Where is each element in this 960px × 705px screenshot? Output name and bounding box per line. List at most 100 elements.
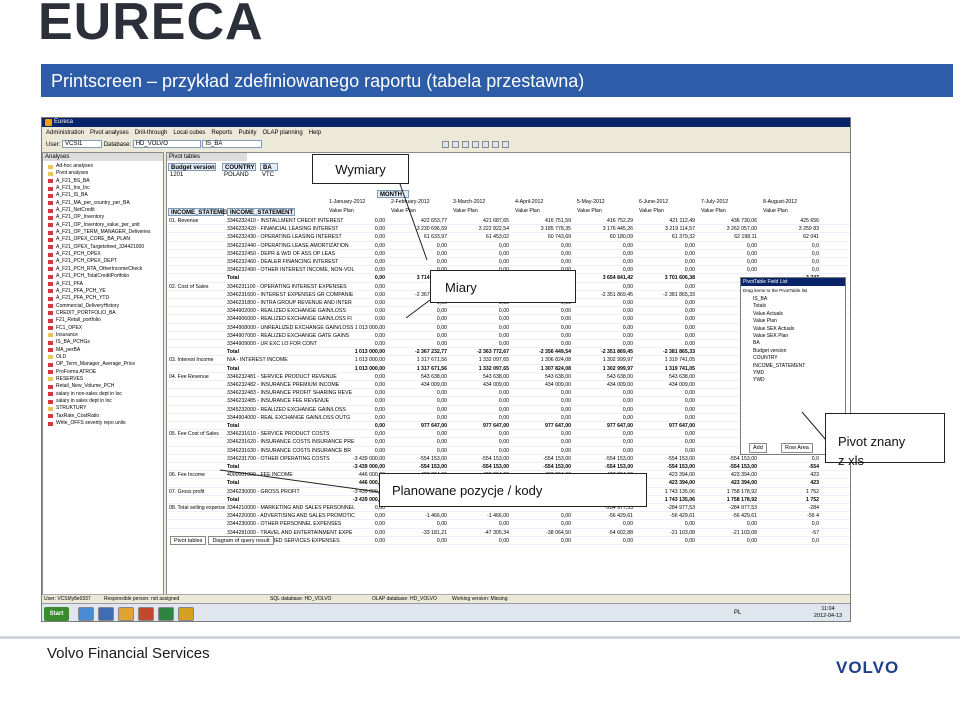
tree-item[interactable]: ProForma ATROE <box>46 369 164 376</box>
field-list-area-select[interactable]: Row Area <box>781 443 813 453</box>
menu-item[interactable]: Pubiity <box>238 128 256 138</box>
value-cell[interactable]: 0,00 <box>451 520 509 528</box>
value-cell[interactable]: 0,00 <box>575 307 633 315</box>
value-cell[interactable]: 0,00 <box>389 438 447 446</box>
field-list-item[interactable]: IS_BA <box>741 296 845 303</box>
value-cell[interactable]: 425 656 <box>761 217 819 225</box>
value-cell[interactable]: 60 180,09 <box>575 233 633 241</box>
value-cell[interactable]: 0,00 <box>637 447 695 455</box>
field-list-item[interactable]: BA <box>741 340 845 347</box>
value-cell[interactable]: 0,00 <box>637 430 695 438</box>
value-cell[interactable]: 1 302 999,97 <box>575 356 633 364</box>
value-cell[interactable]: 0,00 <box>451 389 509 397</box>
row-group-cell[interactable]: 07. Gross profit <box>169 488 225 496</box>
value-cell[interactable]: 0,00 <box>575 447 633 455</box>
tree-item[interactable]: A_F21_Ins_Inc <box>46 185 164 192</box>
filter-icon[interactable] <box>482 141 489 148</box>
value-cell[interactable]: -2 351 869,45 <box>575 348 633 356</box>
refresh-icon[interactable] <box>442 141 449 148</box>
value-cell[interactable]: 1 332 097,65 <box>451 356 509 364</box>
value-cell[interactable]: -284 977,53 <box>699 504 757 512</box>
value-cell[interactable]: 0,00 <box>451 340 509 348</box>
settings-icon[interactable] <box>502 141 509 148</box>
value-cell[interactable]: 0,00 <box>389 242 447 250</box>
tree-item[interactable]: Retail_New_Volume_PCH <box>46 383 164 390</box>
menu-item[interactable]: OLAP planning <box>262 128 302 138</box>
value-cell[interactable]: 0,00 <box>699 250 757 258</box>
value-cell[interactable]: 0,00 <box>451 438 509 446</box>
value-cell[interactable]: 0,00 <box>575 283 633 291</box>
month-header[interactable]: 2-February-2012 <box>391 198 430 206</box>
value-cell[interactable]: 543 638,00 <box>513 373 571 381</box>
value-cell[interactable]: 977 647,00 <box>575 422 633 430</box>
value-cell[interactable]: -554 153,00 <box>389 455 447 463</box>
value-cell[interactable]: 0,00 <box>575 520 633 528</box>
value-cell[interactable]: 0,00 <box>699 520 757 528</box>
value-cell[interactable]: 0,00 <box>389 258 447 266</box>
value-cell[interactable]: 3 701 606,38 <box>637 274 695 282</box>
tree-item[interactable]: OP_Term_Manager_Average_Price <box>46 361 164 368</box>
month-header[interactable]: 4-April-2012 <box>515 198 543 206</box>
value-cell[interactable]: 0,00 <box>513 389 571 397</box>
chart-icon[interactable] <box>492 141 499 148</box>
value-cell[interactable]: -2 356 449,54 <box>513 348 571 356</box>
tree-item[interactable]: A_F21_OP_TERM_MANAGER_Deliveries <box>46 229 164 236</box>
value-cell[interactable]: 0,00 <box>389 340 447 348</box>
value-cell[interactable]: -2 381 865,33 <box>637 291 695 299</box>
value-cell[interactable]: 0,00 <box>575 340 633 348</box>
value-cell[interactable]: 3 219 114,57 <box>637 225 695 233</box>
value-cell[interactable]: 0,00 <box>389 520 447 528</box>
menu-item[interactable]: Drill-through <box>135 128 168 138</box>
value-cell[interactable]: 0,00 <box>451 315 509 323</box>
tree-item[interactable]: A_F21_IS_BA <box>46 192 164 199</box>
value-cell[interactable]: 1 013 000,00 <box>327 356 385 364</box>
value-cell[interactable]: -3 439 000,00 <box>327 496 385 504</box>
value-cell[interactable]: 0,00 <box>637 258 695 266</box>
value-cell[interactable]: 0,00 <box>389 332 447 340</box>
value-cell[interactable]: -56 429,61 <box>575 512 633 520</box>
value-cell[interactable]: 62 198,11 <box>699 233 757 241</box>
value-cell[interactable]: 0,00 <box>575 389 633 397</box>
value-cell[interactable]: 1 752 <box>761 488 819 496</box>
cube-combo[interactable]: IS_BA <box>202 140 263 149</box>
value-cell[interactable]: -554 153,00 <box>451 455 509 463</box>
value-cell[interactable]: 0,00 <box>389 307 447 315</box>
tree-item[interactable]: Write_OFFS severity repo units <box>46 420 164 427</box>
value-cell[interactable]: 416 752,29 <box>575 217 633 225</box>
value-cell[interactable]: -2 367 232,77 <box>389 348 447 356</box>
value-cell[interactable]: 0,00 <box>327 414 385 422</box>
value-cell[interactable]: 0,00 <box>327 291 385 299</box>
start-button[interactable]: Start <box>44 607 69 621</box>
value-cell[interactable]: 434 009,00 <box>389 381 447 389</box>
value-cell[interactable]: 0,00 <box>575 242 633 250</box>
value-cell[interactable]: 0,00 <box>451 307 509 315</box>
row-group-cell[interactable]: 06. Fee Income <box>169 471 225 479</box>
value-cell[interactable]: 61 379,32 <box>637 233 695 241</box>
tree-folder[interactable]: Ad-hoc analyses <box>46 163 164 170</box>
row-group-cell[interactable]: 01. Revenue <box>169 217 225 225</box>
value-cell[interactable]: 0,00 <box>389 430 447 438</box>
tree-item[interactable]: MA_perBA <box>46 347 164 354</box>
value-cell[interactable]: 1 317 671,56 <box>389 365 447 373</box>
value-cell[interactable]: 1 758 178,92 <box>699 488 757 496</box>
value-cell[interactable]: -554 153,00 <box>699 463 757 471</box>
value-cell[interactable]: 0,00 <box>389 397 447 405</box>
field-list-item[interactable]: INCOME_STATEMENT <box>741 363 845 370</box>
value-cell[interactable]: -1 466,00 <box>389 512 447 520</box>
value-cell[interactable]: 0,00 <box>513 340 571 348</box>
tree-item[interactable]: A_F21_BS_BA <box>46 178 164 185</box>
value-cell[interactable]: -56 429,61 <box>637 512 695 520</box>
value-cell[interactable]: 0,00 <box>575 332 633 340</box>
value-cell[interactable]: 0,00 <box>513 438 571 446</box>
field-list-item[interactable]: Budget version <box>741 348 845 355</box>
value-cell[interactable]: 0,00 <box>513 447 571 455</box>
value-cell[interactable]: 0,00 <box>327 406 385 414</box>
value-cell[interactable]: 0,00 <box>327 332 385 340</box>
value-cell[interactable]: 0,00 <box>327 250 385 258</box>
value-cell[interactable]: 0,00 <box>327 389 385 397</box>
month-header[interactable]: 7-July-2012 <box>701 198 728 206</box>
value-cell[interactable]: 421 112,49 <box>637 217 695 225</box>
tree-item[interactable]: A_F21_PFA_PCH_YTD <box>46 295 164 302</box>
tree-item[interactable]: A_F21_PCH_TotalCreditPortfolio <box>46 273 164 280</box>
value-cell[interactable]: 446 000,00 <box>327 479 385 487</box>
